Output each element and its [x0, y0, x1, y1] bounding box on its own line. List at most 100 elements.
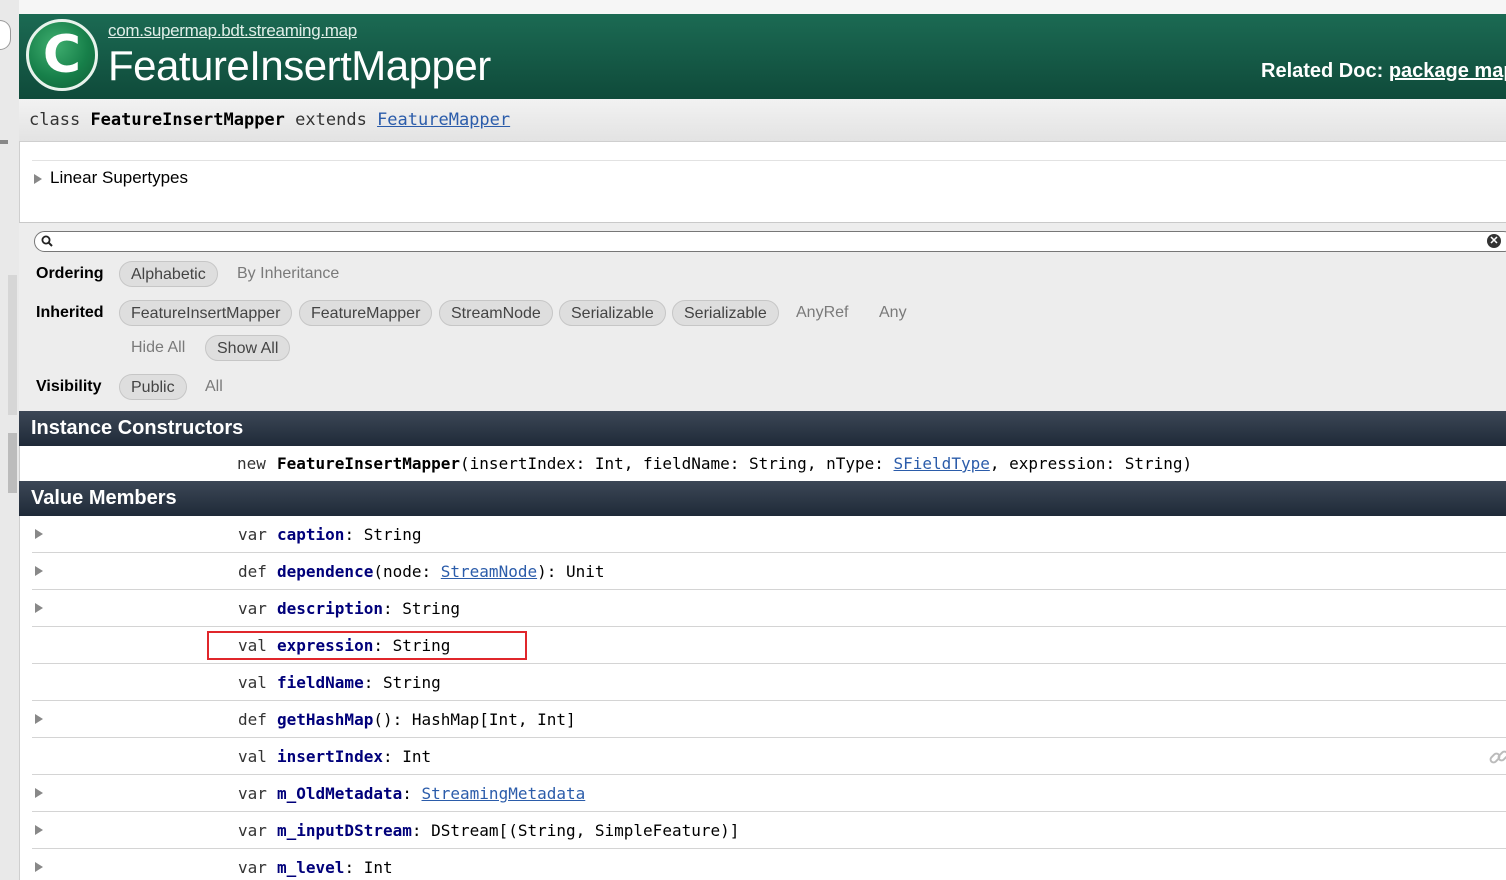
member-row-dependence[interactable]: def dependence(node: StreamNode): Unit	[32, 553, 1506, 590]
scrollbar-track[interactable]	[8, 275, 17, 415]
inherited-featureinsertmapper[interactable]: FeatureInsertMapper	[119, 300, 293, 326]
member-name[interactable]: dependence	[277, 562, 373, 581]
hide-all-button[interactable]: Hide All	[131, 335, 185, 361]
member-name[interactable]: m_OldMetadata	[277, 784, 402, 803]
member-row-m-oldmetadata[interactable]: var m_OldMetadata: StreamingMetadata	[32, 775, 1506, 812]
member-type: (): HashMap[Int, Int]	[373, 710, 576, 729]
constructor-row[interactable]: new FeatureInsertMapper(insertIndex: Int…	[19, 446, 1506, 481]
member-row-gethashmap[interactable]: def getHashMap(): HashMap[Int, Int]	[32, 701, 1506, 738]
expand-arrow-icon[interactable]	[35, 825, 43, 835]
member-keyword: val	[238, 636, 267, 655]
filter-panel: ✕ Ordering Alphabetic By Inheritance Inh…	[19, 222, 1506, 412]
member-keyword: def	[238, 562, 267, 581]
ordering-row: Ordering Alphabetic By Inheritance	[19, 261, 1506, 291]
inherited-serializable-2[interactable]: Serializable	[672, 300, 779, 326]
member-type: : String	[344, 525, 422, 544]
linear-supertypes-label: Linear Supertypes	[50, 168, 188, 187]
package-path-link[interactable]: com.supermap.bdt.streaming.map	[108, 21, 357, 41]
constructor-params-a: (insertIndex: Int, fieldName: String, nT…	[460, 454, 894, 473]
doc-page: C com.supermap.bdt.streaming.map Feature…	[19, 0, 1506, 880]
related-doc: Related Doc: package map	[1261, 60, 1506, 83]
frame-handle[interactable]	[0, 20, 11, 50]
member-type-post: ): Unit	[537, 562, 605, 581]
inherited-any[interactable]: Any	[879, 300, 907, 326]
member-type: : Int	[382, 747, 432, 766]
member-name[interactable]: m_inputDStream	[277, 821, 412, 840]
value-members-list: var caption: String def dependence(node:…	[32, 516, 1506, 880]
related-doc-link[interactable]: package map	[1389, 60, 1506, 82]
signature-keyword: class	[29, 110, 81, 130]
constructor-signature: FeatureInsertMapper(insertIndex: Int, fi…	[277, 446, 1192, 481]
streamingmetadata-link[interactable]: StreamingMetadata	[422, 784, 586, 803]
member-type-pre: (node:	[373, 562, 441, 581]
show-hide-row: Hide All Show All	[19, 335, 1506, 365]
member-row-m-level[interactable]: var m_level: Int	[32, 849, 1506, 880]
scrollbar-thumb[interactable]	[8, 433, 17, 493]
page-title: FeatureInsertMapper	[108, 42, 491, 89]
inherited-anyref[interactable]: AnyRef	[796, 300, 848, 326]
show-all-button[interactable]: Show All	[205, 335, 291, 361]
doc-header: C com.supermap.bdt.streaming.map Feature…	[19, 14, 1506, 99]
visibility-all[interactable]: All	[205, 374, 223, 400]
expand-arrow-icon[interactable]	[35, 529, 43, 539]
member-row-m-inputdstream[interactable]: var m_inputDStream: DStream[(String, Sim…	[32, 812, 1506, 849]
signature-name: FeatureInsertMapper	[90, 110, 285, 130]
member-name[interactable]: m_level	[277, 858, 344, 877]
member-keyword: var	[238, 858, 267, 877]
member-keyword: val	[238, 673, 267, 692]
member-keyword: var	[238, 784, 267, 803]
constructor-params-b: , expression: String)	[989, 454, 1193, 473]
parent-class-link[interactable]: FeatureMapper	[377, 110, 510, 130]
member-type: : String	[363, 673, 441, 692]
member-row-description[interactable]: var description: String	[32, 590, 1506, 627]
instance-constructors-header: Instance Constructors	[19, 411, 1506, 446]
member-name[interactable]: getHashMap	[277, 710, 373, 729]
member-keyword: var	[238, 599, 267, 618]
browser-left-frame	[0, 0, 20, 880]
visibility-public[interactable]: Public	[119, 374, 187, 400]
member-row-fieldname[interactable]: val fieldName: String	[32, 664, 1506, 701]
member-type: : DStream[(String, SimpleFeature)]	[411, 821, 740, 840]
inherited-row: Inherited FeatureInsertMapper FeatureMap…	[19, 300, 1506, 330]
expand-arrow-icon[interactable]	[35, 566, 43, 576]
link-icon[interactable]	[1488, 746, 1506, 768]
member-name[interactable]: caption	[277, 525, 344, 544]
inherited-serializable-1[interactable]: Serializable	[559, 300, 666, 326]
expand-arrow-icon[interactable]	[35, 714, 43, 724]
member-name[interactable]: expression	[277, 636, 373, 655]
member-keyword: var	[238, 525, 267, 544]
visibility-row: Visibility Public All	[19, 374, 1506, 404]
member-keyword: def	[238, 710, 267, 729]
member-name[interactable]: fieldName	[277, 673, 364, 692]
related-doc-label: Related Doc:	[1261, 60, 1384, 82]
sfieldtype-link[interactable]: SFieldType	[894, 454, 990, 473]
member-type: : Int	[344, 858, 393, 877]
linear-supertypes-toggle[interactable]: Linear Supertypes	[32, 160, 1506, 223]
member-type-pre: :	[402, 784, 422, 803]
inherited-label: Inherited	[36, 304, 104, 321]
streamnode-link[interactable]: StreamNode	[441, 562, 537, 581]
ordering-label: Ordering	[36, 265, 104, 282]
constructor-keyword: new	[237, 454, 266, 473]
class-signature: class FeatureInsertMapper extends Featur…	[19, 99, 1506, 142]
search-input[interactable]: ✕	[34, 231, 1506, 252]
inherited-featuremapper[interactable]: FeatureMapper	[299, 300, 433, 326]
class-c-icon: C	[26, 19, 98, 91]
expand-arrow-icon[interactable]	[35, 603, 43, 613]
expand-arrow-icon[interactable]	[35, 862, 43, 872]
constructor-name: FeatureInsertMapper	[277, 454, 461, 473]
ordering-alphabetic[interactable]: Alphabetic	[119, 261, 218, 287]
member-name[interactable]: insertIndex	[277, 747, 383, 766]
member-row-expression[interactable]: val expression: String	[32, 627, 1506, 664]
ordering-by-inheritance[interactable]: By Inheritance	[237, 261, 339, 287]
member-row-caption[interactable]: var caption: String	[32, 516, 1506, 553]
inherited-streamnode[interactable]: StreamNode	[439, 300, 553, 326]
member-row-insertindex[interactable]: val insertIndex: Int	[32, 738, 1506, 775]
search-icon	[41, 235, 53, 247]
top-strip	[19, 0, 1506, 15]
clear-icon[interactable]: ✕	[1487, 234, 1501, 248]
member-type: : String	[382, 599, 461, 618]
expand-arrow-icon	[34, 174, 42, 184]
expand-arrow-icon[interactable]	[35, 788, 43, 798]
member-name[interactable]: description	[277, 599, 383, 618]
